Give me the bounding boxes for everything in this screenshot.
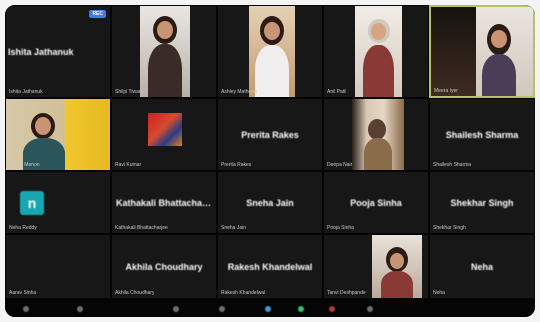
participant-video xyxy=(352,99,404,170)
video-icon[interactable] xyxy=(77,306,83,312)
person-face-icon xyxy=(264,22,280,40)
participant-caption: Ishita Jathanuk xyxy=(9,89,43,95)
participant-caption: Ashley Mathews xyxy=(221,89,258,95)
participant-caption: Pooja Sinha xyxy=(327,225,354,231)
participant-caption: Shekhar Singh xyxy=(433,225,466,231)
participant-tile[interactable]: Ashley Mathews xyxy=(217,5,323,98)
participant-tile[interactable]: Pooja Sinha Pooja Sinha xyxy=(323,171,429,234)
participant-tile[interactable]: Rakesh Khandelwal Rakesh Khandelwal xyxy=(217,234,323,299)
person-body-icon xyxy=(363,45,394,97)
meeting-toolbar xyxy=(5,299,535,317)
avatar: n xyxy=(20,190,44,215)
participant-video xyxy=(355,6,402,97)
person-body-icon xyxy=(148,44,182,97)
participant-tile[interactable]: Shilpi Tiwari xyxy=(111,5,217,98)
participants-icon[interactable] xyxy=(173,306,179,312)
person-face-icon xyxy=(35,117,51,135)
participant-tile[interactable]: Ravi Kumar xyxy=(111,98,217,171)
participant-video xyxy=(148,113,182,146)
participant-caption: Kathakali Bhattacharjee xyxy=(115,225,168,231)
participant-caption: Shilpi Tiwari xyxy=(115,89,142,95)
person-face-icon xyxy=(491,30,507,48)
participant-caption: Ravi Kumar xyxy=(115,162,142,168)
participant-video xyxy=(6,99,110,170)
person-body-icon xyxy=(364,138,392,170)
participant-name: Ishita Jathanuk xyxy=(8,46,74,57)
participant-video xyxy=(140,6,190,97)
participant-caption: Kavita Menon xyxy=(9,162,40,168)
participant-caption: Rakesh Khandelwal xyxy=(221,290,266,296)
participant-name: Akhila Choudhary xyxy=(125,261,203,272)
participant-tile[interactable]: n Neha Reddy xyxy=(5,171,111,234)
participant-grid: Ishita Jathanuk REC Ishita Jathanuk Shil… xyxy=(5,5,535,299)
participant-video xyxy=(431,7,533,96)
participant-name: Shekhar Singh xyxy=(450,197,514,208)
participant-name: Prerita Rakes xyxy=(241,129,299,140)
participant-tile[interactable]: Sneha Jain Sneha Jain xyxy=(217,171,323,234)
participant-name: Kathakali Bhattacharjee xyxy=(116,197,212,208)
more-icon[interactable] xyxy=(367,306,373,312)
person-hair-icon xyxy=(368,119,386,140)
participant-tile[interactable]: Kathakali Bhattacharjee Kathakali Bhatta… xyxy=(111,171,217,234)
participant-tile[interactable]: Shailesh Sharma Shailesh Sharma xyxy=(429,98,535,171)
mute-icon[interactable] xyxy=(23,306,29,312)
participant-name: Rakesh Khandelwal xyxy=(227,261,313,272)
participant-caption: Deepa Nair xyxy=(327,162,353,168)
participant-caption: Tanvi Deshpande xyxy=(327,290,366,296)
participant-caption: Anil Patil xyxy=(327,89,347,95)
participant-video xyxy=(372,235,422,298)
share-icon[interactable] xyxy=(265,306,271,312)
person-face-icon xyxy=(157,21,173,39)
person-body-icon xyxy=(482,54,516,96)
participant-caption: Aarav Sinha xyxy=(9,290,37,296)
participant-caption: Shailesh Sharma xyxy=(433,162,472,168)
reactions-icon[interactable] xyxy=(329,306,335,312)
participant-tile[interactable]: Prerita Rakes Prerita Rakes xyxy=(217,98,323,171)
participant-name: Neha xyxy=(470,261,493,272)
person-face-icon xyxy=(371,23,386,40)
participant-caption: Akhila Choudhary xyxy=(115,290,155,296)
person-face-icon xyxy=(390,253,404,269)
participant-tile[interactable]: Anil Patil xyxy=(323,5,429,98)
record-icon[interactable] xyxy=(298,306,304,312)
participant-caption: Neha Reddy xyxy=(9,225,37,231)
participant-caption: Prerita Rakes xyxy=(221,162,252,168)
participant-tile[interactable]: Aarav Sinha xyxy=(5,234,111,299)
meeting-window: Ishita Jathanuk REC Ishita Jathanuk Shil… xyxy=(5,5,535,317)
participant-caption: Meera Iyer xyxy=(434,88,458,94)
participant-caption: Sneha Jain xyxy=(221,225,247,231)
participant-tile[interactable]: Neha Neha xyxy=(429,234,535,299)
participant-tile[interactable]: Kavita Menon xyxy=(5,98,111,171)
participant-tile[interactable]: Deepa Nair xyxy=(323,98,429,171)
participant-caption: Neha xyxy=(433,290,445,296)
person-body-icon xyxy=(381,271,413,298)
participant-tile[interactable]: Akhila Choudhary Akhila Choudhary xyxy=(111,234,217,299)
person-body-icon xyxy=(255,45,289,97)
chat-icon[interactable] xyxy=(219,306,225,312)
participant-tile[interactable]: Meera Iyer xyxy=(429,5,535,98)
participant-tile[interactable]: Tanvi Deshpande xyxy=(323,234,429,299)
participant-tile[interactable]: Shekhar Singh Shekhar Singh xyxy=(429,171,535,234)
record-badge: REC xyxy=(89,10,106,18)
participant-video xyxy=(249,6,295,97)
participant-name: Shailesh Sharma xyxy=(445,129,519,140)
participant-name: Pooja Sinha xyxy=(350,197,402,208)
participant-name: Sneha Jain xyxy=(246,197,294,208)
participant-tile[interactable]: Ishita Jathanuk REC Ishita Jathanuk xyxy=(5,5,111,98)
